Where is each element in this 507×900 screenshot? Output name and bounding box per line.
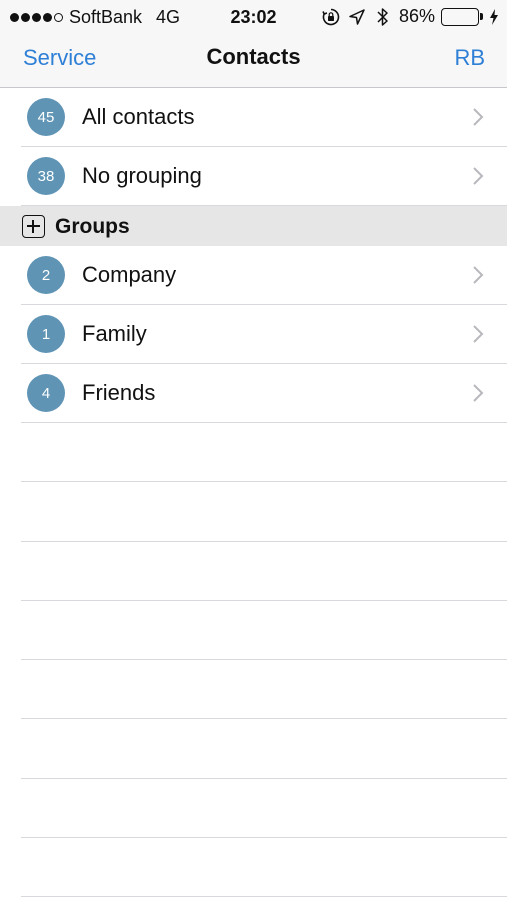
count-badge: 2 xyxy=(27,256,65,294)
battery-icon xyxy=(441,7,483,26)
empty-row xyxy=(0,542,507,602)
contacts-list: 45 All contacts 38 No grouping Groups 2 … xyxy=(0,88,507,898)
chevron-right-icon xyxy=(473,266,484,284)
count-badge: 4 xyxy=(27,374,65,412)
groups-section-header: Groups xyxy=(0,206,507,246)
count-badge: 38 xyxy=(27,157,65,195)
count-badge: 45 xyxy=(27,98,65,136)
battery-percent: 86% xyxy=(398,6,435,26)
service-button[interactable]: Service xyxy=(23,45,96,71)
list-item-label: Family xyxy=(82,321,147,346)
chevron-right-icon xyxy=(473,167,484,185)
empty-row xyxy=(0,719,507,780)
empty-row xyxy=(0,482,507,542)
list-item-friends[interactable]: 4 Friends xyxy=(0,364,507,423)
list-item-label: All contacts xyxy=(82,104,195,129)
list-item-label: No grouping xyxy=(82,163,202,188)
navigation-bar: Service Contacts RB xyxy=(0,34,507,88)
list-item-family[interactable]: 1 Family xyxy=(0,305,507,364)
list-item-all-contacts[interactable]: 45 All contacts xyxy=(0,88,507,147)
rotation-lock-icon xyxy=(321,7,341,27)
chevron-right-icon xyxy=(473,325,484,343)
chevron-right-icon xyxy=(473,384,484,402)
empty-row xyxy=(0,779,507,839)
location-arrow-icon xyxy=(347,7,367,27)
list-item-label: Company xyxy=(82,262,177,287)
bluetooth-icon xyxy=(373,7,393,27)
status-right: 86% xyxy=(321,6,499,27)
count-badge: 1 xyxy=(27,315,65,353)
rb-button[interactable]: RB xyxy=(454,45,485,71)
chevron-right-icon xyxy=(473,108,484,126)
status-bar: SoftBank 4G 23:02 86% xyxy=(0,0,507,34)
list-item-no-grouping[interactable]: 38 No grouping xyxy=(0,147,507,206)
charging-bolt-icon xyxy=(489,7,499,27)
empty-row xyxy=(0,660,507,720)
empty-row xyxy=(0,838,507,898)
empty-row xyxy=(0,423,507,483)
list-item-company[interactable]: 2 Company xyxy=(0,246,507,305)
list-item-label: Friends xyxy=(82,380,156,405)
section-label: Groups xyxy=(55,215,130,238)
empty-row xyxy=(0,601,507,661)
plus-square-icon[interactable] xyxy=(22,215,45,238)
